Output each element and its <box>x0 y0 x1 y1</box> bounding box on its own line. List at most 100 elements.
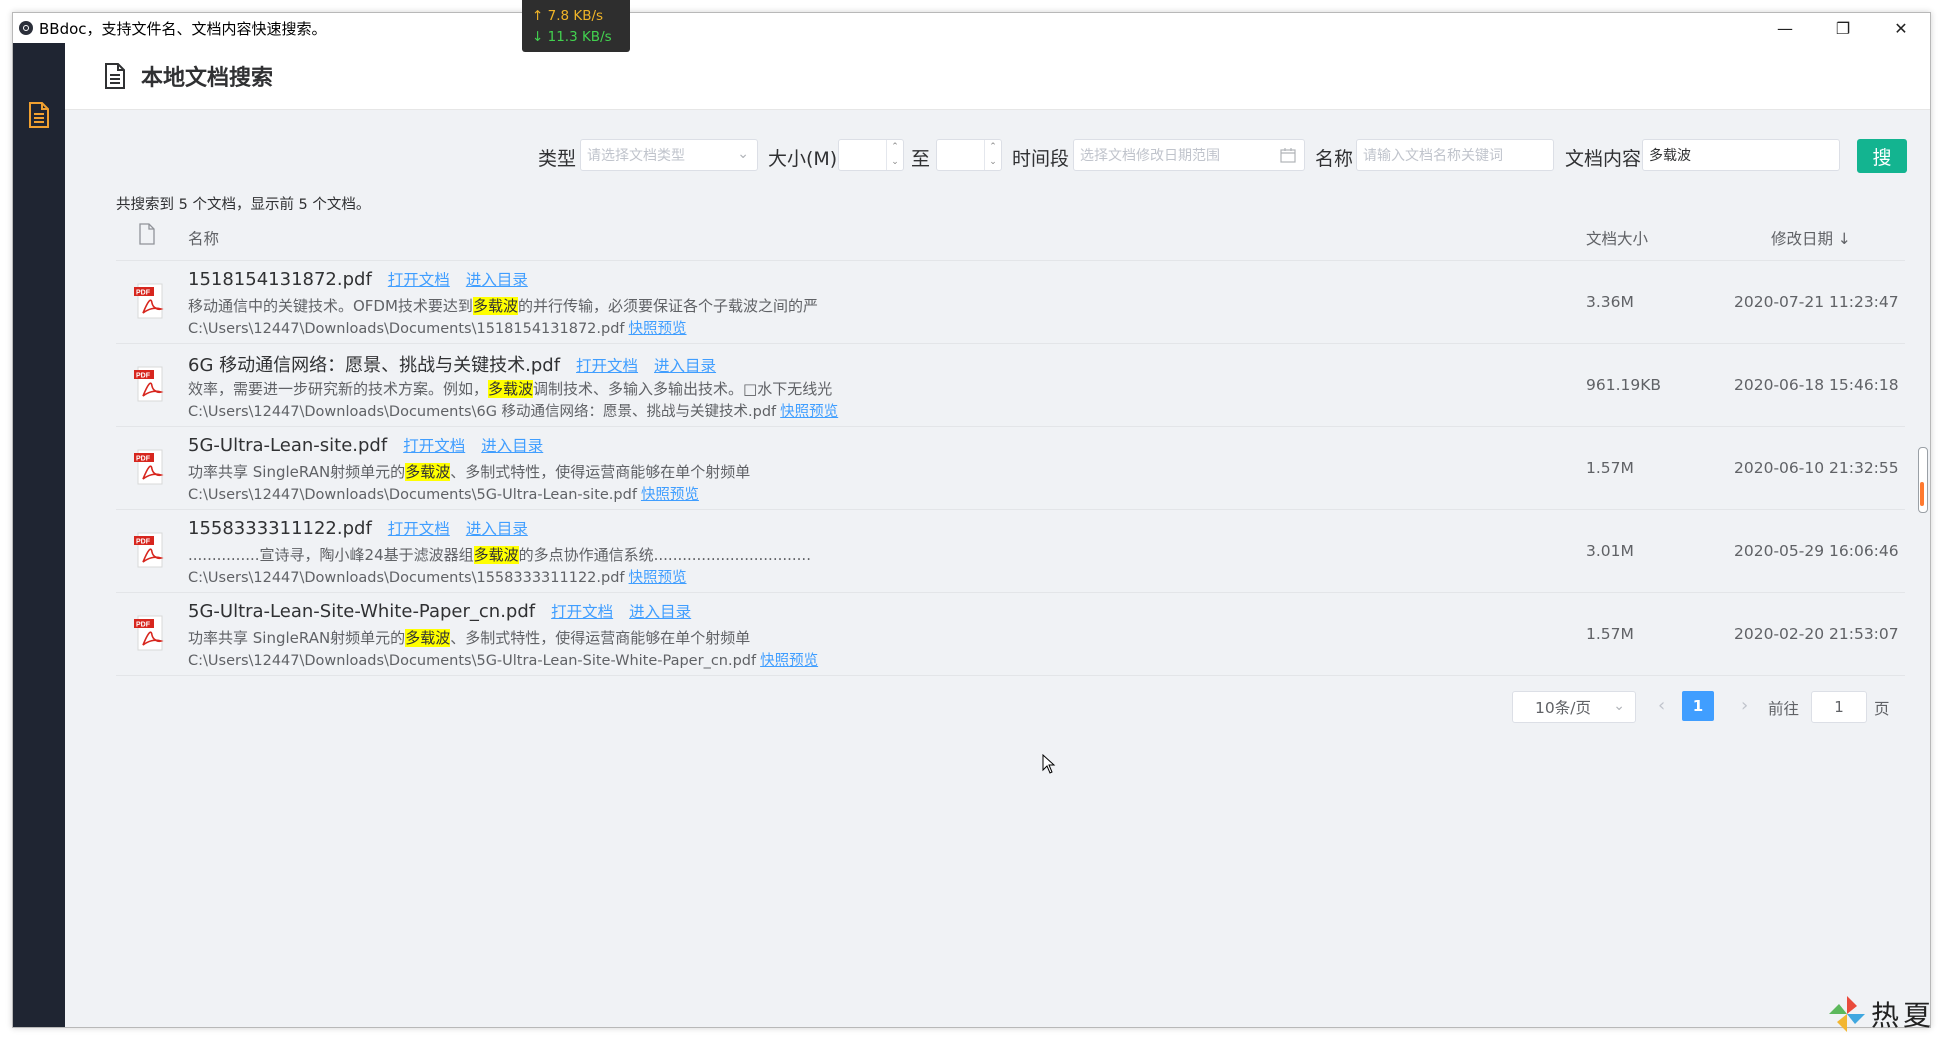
content-input[interactable]: 多载波 <box>1642 139 1840 171</box>
keyword-highlight: 多载波 <box>473 546 519 564</box>
modified-date: 2020-05-29 16:06:46 <box>1734 542 1899 560</box>
svg-text:PDF: PDF <box>136 456 151 463</box>
file-path-line: C:\Users\12447\Downloads\Documents\6G 移动… <box>188 400 838 421</box>
prev-page-button[interactable]: ‹ <box>1658 695 1665 716</box>
page-title: 本地文档搜索 <box>141 66 274 91</box>
open-document-link[interactable]: 打开文档 <box>576 354 638 376</box>
date-range-picker[interactable]: 选择文档修改日期范围 <box>1073 139 1305 171</box>
snapshot-preview-link[interactable]: 快照预览 <box>641 487 699 503</box>
type-label: 类型 <box>538 148 577 170</box>
search-button[interactable]: 搜 <box>1857 139 1907 173</box>
modified-date: 2020-06-10 21:32:55 <box>1734 459 1899 477</box>
document-nav-icon[interactable] <box>27 101 51 129</box>
table-row: PDF 5G-Ultra-Lean-site.pdf 打开文档 进入目录 功率共… <box>116 427 1905 510</box>
file-path-line: C:\Users\12447\Downloads\Documents\15583… <box>188 566 687 587</box>
snapshot-preview-link[interactable]: 快照预览 <box>760 653 818 669</box>
network-speed-widget: ↑ 7.8 KB/s ↓ 11.3 KB/s <box>522 0 630 52</box>
goto-page-input[interactable]: 1 <box>1811 691 1867 723</box>
table-row: PDF 1518154131872.pdf 打开文档 进入目录 移动通信中的关键… <box>116 261 1905 344</box>
name-input[interactable]: 请输入文档名称关键词 <box>1356 139 1554 171</box>
content-excerpt: 功率共享 SingleRAN射频单元的多载波、多制式特性，使得运营商能够在单个射… <box>188 461 750 482</box>
keyword-highlight: 多载波 <box>405 463 451 481</box>
page-unit-label: 页 <box>1874 700 1890 718</box>
file-path: C:\Users\12447\Downloads\Documents\6G 移动… <box>188 404 777 420</box>
excerpt-text: 、多制式特性，使得运营商能够在单个射频单 <box>450 629 751 647</box>
open-directory-link[interactable]: 进入目录 <box>654 354 716 376</box>
snapshot-preview-link[interactable]: 快照预览 <box>629 570 687 586</box>
window-controls: — ❐ ✕ <box>1756 13 1930 43</box>
name-input-placeholder: 请输入文档名称关键词 <box>1363 148 1503 164</box>
content-excerpt: 效率，需要进一步研究新的技术方案。例如，多载波调制技术、多输入多输出技术。□水下… <box>188 378 832 399</box>
file-path: C:\Users\12447\Downloads\Documents\5G-Ul… <box>188 653 757 669</box>
size-min-stepper[interactable]: ⌃ ⌄ <box>886 140 903 170</box>
chevron-down-icon: ⌄ <box>737 146 749 162</box>
goto-label: 前往 <box>1768 700 1800 718</box>
svg-text:PDF: PDF <box>136 622 151 629</box>
restore-button[interactable]: ❐ <box>1814 13 1872 43</box>
content-label: 文档内容 <box>1565 148 1642 170</box>
open-directory-link[interactable]: 进入目录 <box>466 268 528 290</box>
snapshot-preview-link[interactable]: 快照预览 <box>629 321 687 337</box>
file-name: 5G-Ultra-Lean-site.pdf <box>188 435 388 456</box>
column-header-size: 文档大小 <box>1586 230 1649 248</box>
goto-page-value: 1 <box>1834 698 1844 716</box>
file-size: 1.57M <box>1586 625 1634 643</box>
open-directory-link[interactable]: 进入目录 <box>629 600 691 622</box>
svg-text:PDF: PDF <box>136 539 151 546</box>
page-header: 本地文档搜索 <box>65 43 1930 110</box>
chevron-down-icon: ⌄ <box>1613 698 1625 714</box>
page-size-value: 10条/页 <box>1535 699 1591 717</box>
pagination: 10条/页 ⌄ ‹ 1 › 前往 1 页 <box>65 691 1930 723</box>
name-label: 名称 <box>1315 148 1354 170</box>
page-size-select[interactable]: 10条/页 ⌄ <box>1512 691 1636 723</box>
time-label: 时间段 <box>1012 148 1070 170</box>
filter-bar: 类型 请选择文档类型 ⌄ 大小(M) ⌃ ⌄ 至 ⌃ ⌄ 时间段 选择文档修改日期范… <box>65 139 1930 173</box>
content-excerpt: 移动通信中的关键技术。OFDM技术要达到多载波的并行传输，必须要保证各个子载波之… <box>188 295 818 316</box>
size-max-stepper[interactable]: ⌃ ⌄ <box>984 140 1001 170</box>
open-directory-link[interactable]: 进入目录 <box>466 517 528 539</box>
excerpt-text: 功率共享 SingleRAN射频单元的 <box>188 629 406 647</box>
open-document-link[interactable]: 打开文档 <box>388 517 450 539</box>
type-select[interactable]: 请选择文档类型 ⌄ <box>580 139 758 171</box>
size-max-input[interactable]: ⌃ ⌄ <box>936 139 1002 171</box>
file-size: 1.57M <box>1586 459 1634 477</box>
open-directory-link[interactable]: 进入目录 <box>481 434 543 456</box>
pdf-file-icon: PDF <box>134 615 164 651</box>
mouse-cursor-icon <box>1042 754 1056 774</box>
file-name: 1558333311122.pdf <box>188 518 372 539</box>
window-title: BBdoc，支持文件名、文档内容快速搜索。 <box>39 19 327 38</box>
pinwheel-logo-icon <box>1828 996 1865 1032</box>
minimize-button[interactable]: — <box>1756 13 1814 43</box>
svg-text:PDF: PDF <box>136 373 151 380</box>
table-header: 名称 文档大小 修改日期 ↓ <box>116 215 1905 261</box>
file-name: 6G 移动通信网络：愿景、挑战与关键技术.pdf <box>188 355 561 376</box>
open-document-link[interactable]: 打开文档 <box>388 268 450 290</box>
file-size: 3.01M <box>1586 542 1634 560</box>
column-header-date[interactable]: 修改日期 ↓ <box>1771 227 1851 249</box>
page-number-current[interactable]: 1 <box>1682 691 1714 721</box>
file-path: C:\Users\12447\Downloads\Documents\5G-Ul… <box>188 487 637 503</box>
open-document-link[interactable]: 打开文档 <box>551 600 613 622</box>
row-title-line: 5G-Ultra-Lean-Site-White-Paper_cn.pdf 打开… <box>188 600 691 622</box>
row-title-line: 1558333311122.pdf 打开文档 进入目录 <box>188 517 528 539</box>
close-button[interactable]: ✕ <box>1872 13 1930 43</box>
pdf-file-icon: PDF <box>134 449 164 485</box>
snapshot-preview-link[interactable]: 快照预览 <box>780 404 838 420</box>
table-body: PDF 1518154131872.pdf 打开文档 进入目录 移动通信中的关键… <box>116 261 1905 676</box>
excerpt-text: 功率共享 SingleRAN射频单元的 <box>188 463 406 481</box>
calendar-icon <box>1280 148 1296 163</box>
next-page-button[interactable]: › <box>1741 695 1748 716</box>
scrollbar-widget[interactable] <box>1918 447 1928 513</box>
excerpt-text: ...............宣诗寻，陶小峰24基于滤波器组 <box>188 546 474 564</box>
results-table: 名称 文档大小 修改日期 ↓ PDF 1518154131872.pdf 打开文… <box>116 215 1905 676</box>
excerpt-text: 、多制式特性，使得运营商能够在单个射频单 <box>450 463 751 481</box>
file-icon <box>139 223 155 245</box>
download-speed: ↓ 11.3 KB/s <box>532 29 612 45</box>
keyword-highlight: 多载波 <box>472 297 518 315</box>
size-min-input[interactable]: ⌃ ⌄ <box>838 139 904 171</box>
keyword-highlight: 多载波 <box>405 629 451 647</box>
open-document-link[interactable]: 打开文档 <box>403 434 465 456</box>
modified-date: 2020-06-18 15:46:18 <box>1734 376 1899 394</box>
column-header-name: 名称 <box>188 230 220 248</box>
content-excerpt: 功率共享 SingleRAN射频单元的多载波、多制式特性，使得运营商能够在单个射… <box>188 627 750 648</box>
